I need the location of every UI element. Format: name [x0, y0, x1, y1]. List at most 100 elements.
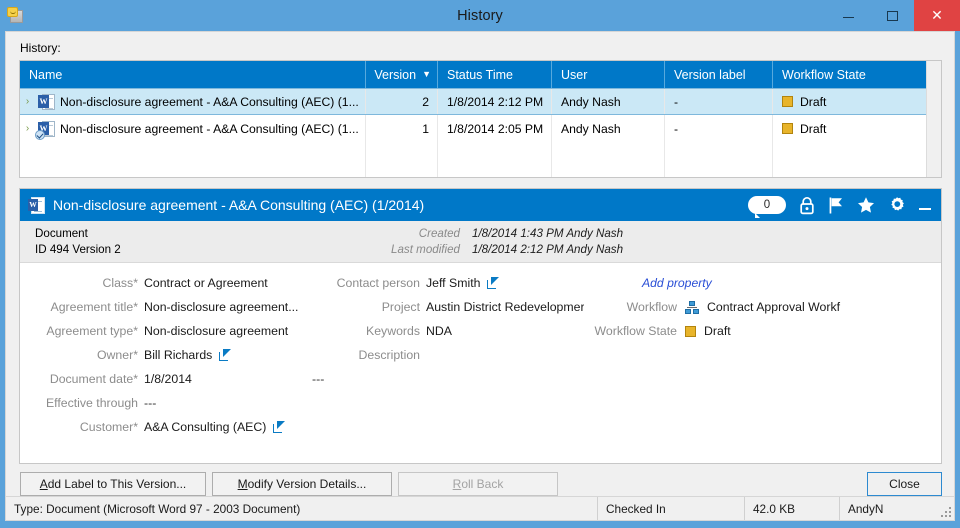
close-button[interactable]: ✕	[914, 0, 960, 31]
word-document-icon: W	[28, 196, 45, 214]
row-user: Andy Nash	[552, 89, 665, 114]
row-expander[interactable]: ›	[20, 89, 35, 114]
resize-grip[interactable]	[940, 506, 951, 517]
property-value-placeholder-dashes: ---	[312, 372, 325, 386]
title-bar: History ✕	[0, 0, 960, 31]
close-icon: ✕	[931, 7, 943, 24]
column-header-name[interactable]: Name	[20, 61, 366, 88]
star-icon[interactable]	[857, 196, 875, 214]
open-external-icon[interactable]	[219, 349, 232, 361]
row-user: Andy Nash	[552, 115, 665, 142]
property-label: Agreement type*	[46, 324, 138, 338]
metadata-card-header: W Non-disclosure agreement - A&A Consult…	[20, 189, 941, 221]
property-label: Workflow	[626, 300, 677, 314]
lock-icon[interactable]	[799, 196, 815, 215]
table-row[interactable]: › W Non-disclosure agreement - A&A Consu…	[20, 115, 941, 142]
maximize-button[interactable]	[870, 0, 914, 31]
row-version-label: -	[665, 115, 773, 142]
property-label: Workflow State	[594, 324, 677, 338]
comment-bubble-icon[interactable]: 0	[748, 196, 786, 218]
workflow-icon	[685, 300, 699, 314]
accel-key: A	[39, 477, 48, 491]
created-value: 1/8/2014 1:43 PM Andy Nash	[472, 227, 624, 240]
property-value-workflow-state[interactable]: Draft	[685, 324, 865, 338]
row-workflow-state: Draft	[773, 89, 928, 114]
property-value-project[interactable]: Austin District Redevelopmer	[426, 300, 584, 314]
column-header-version-label[interactable]: Version label	[665, 61, 773, 88]
grid-empty-area	[20, 142, 941, 177]
flag-icon[interactable]	[828, 196, 844, 215]
property-value-document-date[interactable]: 1/8/2014	[144, 372, 334, 386]
column-header-version[interactable]: Version ▼	[366, 61, 438, 88]
metadata-card-toolbar: 0	[748, 196, 935, 218]
column-header-workflow-state[interactable]: Workflow State	[773, 61, 928, 88]
last-modified-value: 1/8/2014 2:12 PM Andy Nash	[472, 243, 624, 256]
object-type: Document	[35, 227, 88, 240]
property-value-contact-person[interactable]: Jeff Smith	[426, 276, 586, 290]
column-header-status-time[interactable]: Status Time	[438, 61, 552, 88]
row-version-label: -	[665, 89, 773, 114]
column-header-user[interactable]: User	[552, 61, 665, 88]
property-value-customer[interactable]: A&A Consulting (AEC)	[144, 420, 344, 434]
add-label-to-version-button[interactable]: Add Label to This Version...	[20, 472, 206, 496]
property-label: Class*	[102, 276, 138, 290]
row-name: Non-disclosure agreement - A&A Consultin…	[60, 121, 359, 136]
open-external-icon[interactable]	[487, 277, 500, 289]
row-workflow-state: Draft	[773, 115, 928, 142]
property-value-workflow[interactable]: Contract Approval Workf	[685, 300, 865, 314]
property-value-agreement-title[interactable]: Non-disclosure agreement...	[144, 300, 334, 314]
accel-key: R	[452, 477, 462, 491]
status-user: AndyN	[839, 497, 954, 520]
metadata-properties: Class* Contract or Agreement Agreement t…	[20, 263, 941, 462]
property-label: Customer*	[79, 420, 138, 434]
property-label: Project	[381, 300, 420, 314]
maximize-icon	[886, 10, 898, 21]
open-external-icon[interactable]	[273, 421, 286, 433]
metadata-card-subheader: Document ID 494 Version 2 Created Last m…	[20, 221, 941, 263]
table-row[interactable]: › W Non-disclosure agreement - A&A Consu…	[20, 88, 941, 115]
close-dialog-button[interactable]: Close	[867, 472, 942, 496]
row-status-time: 1/8/2014 2:12 PM	[438, 89, 552, 114]
grid-header-row: Name Version ▼ Status Time User Version …	[20, 61, 941, 88]
property-label: Agreement title*	[50, 300, 139, 314]
accel-key: M	[237, 477, 248, 491]
property-label: Document date*	[49, 372, 138, 386]
status-checkin-state: Checked In	[597, 497, 744, 520]
property-label: Description	[358, 348, 420, 362]
roll-back-button[interactable]: Roll Back	[398, 472, 558, 496]
metadata-card-title: Non-disclosure agreement - A&A Consultin…	[53, 197, 425, 213]
property-value-keywords[interactable]: NDA	[426, 324, 584, 338]
row-version: 2	[366, 89, 438, 114]
row-name: Non-disclosure agreement - A&A Consultin…	[60, 94, 359, 109]
minimize-icon[interactable]	[919, 200, 931, 210]
metadata-card: W Non-disclosure agreement - A&A Consult…	[19, 188, 942, 464]
comment-count: 0	[763, 199, 771, 211]
property-value-agreement-type[interactable]: Non-disclosure agreement	[144, 324, 334, 338]
dialog-client-area: History: Name Version ▼ Status Time User	[5, 31, 955, 497]
word-document-checked-out-icon: W	[35, 120, 55, 140]
property-value-owner[interactable]: Bill Richards	[144, 348, 334, 362]
gear-icon[interactable]	[888, 196, 906, 214]
object-id-version: ID 494 Version 2	[35, 243, 121, 256]
row-status-time: 1/8/2014 2:05 PM	[438, 115, 552, 142]
add-property-link[interactable]: Add property	[642, 276, 712, 290]
row-expander[interactable]: ›	[20, 115, 35, 142]
status-file-size: 42.0 KB	[744, 497, 839, 520]
property-value-class[interactable]: Contract or Agreement	[144, 276, 334, 290]
status-bar: Type: Document (Microsoft Word 97 - 2003…	[5, 497, 955, 521]
window-controls: ✕	[826, 0, 960, 31]
modify-version-details-button[interactable]: Modify Version Details...	[212, 472, 392, 496]
version-history-grid: Name Version ▼ Status Time User Version …	[19, 60, 942, 178]
roll-back-button-text: oll Back	[461, 477, 504, 491]
workflow-state-icon	[782, 123, 793, 134]
minimize-button[interactable]	[826, 0, 870, 31]
minimize-icon	[842, 17, 854, 18]
grid-vertical-scrollbar[interactable]	[926, 61, 941, 177]
row-version: 1	[366, 115, 438, 142]
property-label: Effective through	[45, 396, 138, 410]
window-icon	[7, 6, 25, 25]
created-label: Created	[418, 227, 460, 240]
window-title: History	[457, 7, 503, 24]
property-value-effective-through[interactable]: ---	[144, 396, 334, 410]
status-type: Type: Document (Microsoft Word 97 - 2003…	[14, 501, 301, 516]
